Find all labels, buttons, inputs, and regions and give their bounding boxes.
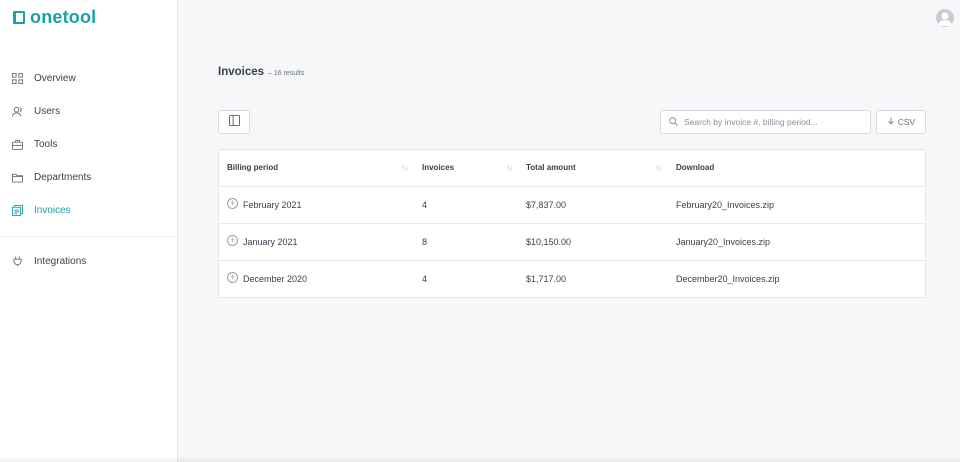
sidebar-item-label: Users [34,106,61,117]
page-header: Invoices – 16 results [218,66,304,78]
invoice-icon [12,205,23,216]
download-link[interactable]: December20_Invoices.zip [676,274,780,284]
search-box[interactable] [660,110,871,134]
invoices-count-cell: 4 [422,274,428,284]
column-header-invoices[interactable]: Invoices [422,163,454,172]
billing-period-cell: February 2021 [243,200,302,210]
users-icon [12,106,23,117]
table-header: Billing period ↑↓ Invoices ↑↓ Total amou… [219,150,925,187]
expand-row-icon[interactable]: + [227,272,238,283]
sidebar-item-label: Overview [34,73,76,84]
column-header-total-amount[interactable]: Total amount [526,163,576,172]
sidebar-nav: Overview Users Tools Departments Invoice… [0,62,178,227]
user-avatar-icon[interactable] [936,9,954,27]
results-count: – 16 results [268,70,305,77]
sidebar-item-invoices[interactable]: Invoices [0,194,178,227]
sidebar-item-integrations[interactable]: Integrations [0,245,178,278]
column-header-download: Download [676,163,715,172]
column-header-billing-period[interactable]: Billing period [227,163,278,172]
folder-icon [12,172,23,183]
plug-icon [12,256,23,267]
sidebar-item-label: Integrations [34,256,87,267]
sidebar-item-label: Departments [34,172,92,183]
columns-toggle-button[interactable] [218,110,250,134]
sidebar-item-departments[interactable]: Departments [0,161,178,194]
logo-text: onetool [30,7,97,27]
sidebar-divider [0,236,178,237]
arrow-down-icon [887,117,895,127]
sidebar-item-tools[interactable]: Tools [0,128,178,161]
page-title: Invoices [218,66,265,78]
columns-icon [228,113,240,131]
download-link[interactable]: January20_Invoices.zip [676,237,770,247]
bottom-shadow [0,456,960,462]
invoices-table: Billing period ↑↓ Invoices ↑↓ Total amou… [218,149,926,298]
sidebar-nav-bottom: Integrations [0,245,178,278]
invoices-count-cell: 4 [422,200,428,210]
download-csv-button[interactable]: CSV [876,110,926,134]
invoices-count-cell: 8 [422,237,428,247]
sidebar: onetool Overview Users Tools Departments [0,0,178,462]
grid-icon [12,73,23,84]
sidebar-item-label: Invoices [34,205,71,216]
expand-row-icon[interactable]: + [227,235,238,246]
download-link[interactable]: February20_Invoices.zip [676,200,774,210]
logo[interactable]: onetool [13,7,96,28]
table-row[interactable]: + February 2021 4 $7,837.00 February20_I… [219,187,925,224]
total-amount-cell: $7,837.00 [526,200,567,210]
billing-period-cell: January 2021 [243,237,298,247]
sort-icon[interactable]: ↑↓ [506,163,513,172]
table-row[interactable]: + December 2020 4 $1,717.00 December20_I… [219,261,925,298]
search-icon [669,113,678,131]
briefcase-icon [12,139,23,150]
sidebar-item-label: Tools [34,139,58,150]
expand-row-icon[interactable]: + [227,198,238,209]
table-row[interactable]: + January 2021 8 $10,150.00 January20_In… [219,224,925,261]
sort-icon[interactable]: ↑↓ [401,163,408,172]
sidebar-item-overview[interactable]: Overview [0,62,178,95]
sort-icon[interactable]: ↑↓ [655,163,662,172]
logo-mark-icon [13,11,25,24]
total-amount-cell: $10,150.00 [526,237,572,247]
csv-label: CSV [897,117,916,127]
billing-period-cell: December 2020 [243,274,308,284]
total-amount-cell: $1,717.00 [526,274,567,284]
search-input[interactable] [684,117,864,127]
sidebar-item-users[interactable]: Users [0,95,178,128]
